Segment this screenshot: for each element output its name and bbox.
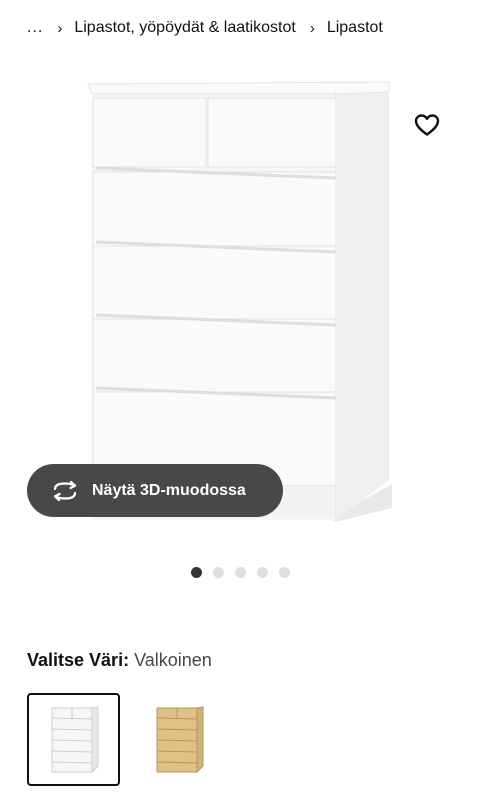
breadcrumb: ... › Lipastot, yöpöydät & laatikostot ›… [27, 16, 383, 40]
chevron-right-icon: › [309, 19, 315, 37]
chevron-right-icon: › [57, 19, 63, 37]
color-value: Valkoinen [134, 650, 212, 670]
swatch-oak[interactable] [132, 693, 225, 786]
view-3d-button[interactable]: Näytä 3D-muodossa [27, 464, 283, 517]
view-3d-label: Näytä 3D-muodossa [92, 481, 246, 499]
carousel-dot-1[interactable] [191, 567, 202, 578]
carousel-indicator [191, 567, 290, 578]
oak-dresser-thumbnail [156, 705, 203, 773]
carousel-dot-5[interactable] [279, 567, 290, 578]
breadcrumb-item-current[interactable]: Lipastot [327, 19, 383, 37]
color-selector-heading: Valitse Väri: Valkoinen [27, 650, 212, 671]
carousel-dot-4[interactable] [257, 567, 268, 578]
rotate-3d-icon [51, 477, 79, 505]
breadcrumb-item-category[interactable]: Lipastot, yöpöydät & laatikostot [74, 19, 295, 37]
carousel-dot-2[interactable] [213, 567, 224, 578]
swatch-white[interactable] [27, 693, 120, 786]
favorite-button[interactable] [408, 106, 446, 144]
white-dresser-thumbnail [51, 705, 98, 773]
color-swatches [27, 693, 225, 786]
breadcrumb-ellipsis[interactable]: ... [27, 19, 43, 37]
heart-icon [414, 114, 440, 136]
carousel-dot-3[interactable] [235, 567, 246, 578]
color-label: Valitse Väri: [27, 650, 130, 670]
